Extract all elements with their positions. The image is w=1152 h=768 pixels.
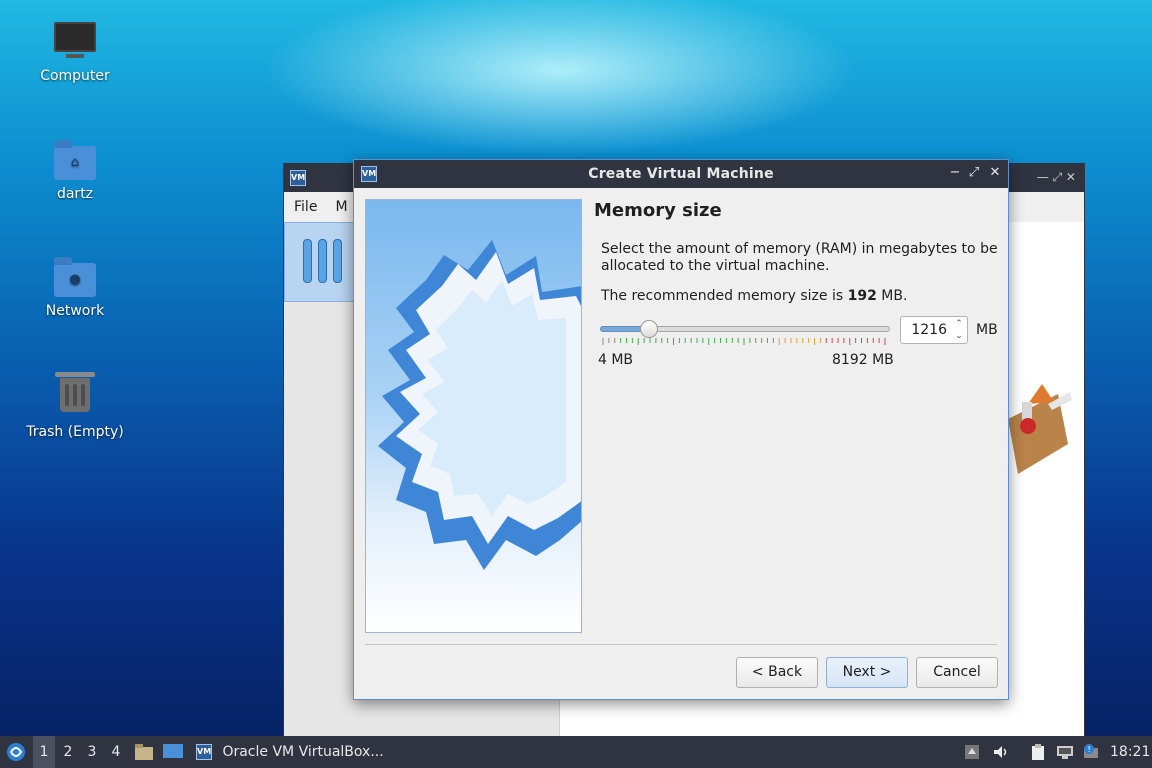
cancel-button[interactable]: Cancel xyxy=(916,657,998,688)
workspace-4[interactable]: 4 xyxy=(105,736,127,768)
memory-spinbox[interactable]: ⌃ ⌄ xyxy=(900,316,968,344)
tray-arrow-icon[interactable] xyxy=(964,744,980,760)
virtualbox-logo-icon: VM xyxy=(196,744,212,760)
dialog-separator xyxy=(365,644,997,645)
page-title: Memory size xyxy=(594,200,722,221)
recommend-suffix: MB. xyxy=(881,288,908,304)
memory-description: Select the amount of memory (RAM) in meg… xyxy=(601,241,998,274)
tools-icon-part xyxy=(318,239,327,283)
next-button[interactable]: Next > xyxy=(826,657,908,688)
start-menu-button[interactable] xyxy=(6,742,26,762)
computer-icon xyxy=(53,22,97,62)
maximize-icon[interactable]: ⤢ xyxy=(966,165,982,181)
toolbox-illustration-icon xyxy=(1008,374,1074,484)
tools-icon-part xyxy=(333,239,342,283)
dialog-title: Create Virtual Machine xyxy=(588,166,774,182)
slider-handle[interactable] xyxy=(640,320,658,338)
menu-file[interactable]: File xyxy=(294,199,317,215)
minimize-icon[interactable]: − xyxy=(947,165,963,181)
notification-icon[interactable]: ! xyxy=(1082,744,1098,760)
clipboard-icon[interactable] xyxy=(1030,744,1046,760)
show-desktop-icon[interactable] xyxy=(163,744,183,760)
desktop-icon-label: Computer xyxy=(40,68,110,84)
desktop-icon-trash[interactable]: Trash (Empty) xyxy=(15,372,135,440)
back-button[interactable]: < Back xyxy=(736,657,818,688)
slider-ticks xyxy=(602,338,886,345)
spin-up-icon[interactable]: ⌃ xyxy=(953,318,965,330)
menu-machine[interactable]: M xyxy=(335,199,347,215)
workspace-2[interactable]: 2 xyxy=(57,736,79,768)
memory-input[interactable] xyxy=(901,317,953,343)
memory-range-min: 4 MB xyxy=(598,352,634,368)
recommended-memory-text: The recommended memory size is 192 MB. xyxy=(601,288,907,304)
network-status-icon[interactable] xyxy=(1056,744,1073,760)
recommend-value: 192 xyxy=(847,288,877,304)
workspace-1[interactable]: 1 xyxy=(33,736,55,768)
dialog-titlebar[interactable]: VM Create Virtual Machine − ⤢ ✕ xyxy=(354,160,1008,188)
volume-icon[interactable] xyxy=(992,744,1008,760)
desktop-icon-network[interactable]: ● Network xyxy=(15,257,135,319)
spin-arrows[interactable]: ⌃ ⌄ xyxy=(953,318,965,342)
desktop-icon-label: dartz xyxy=(56,186,94,202)
close-icon[interactable]: ✕ xyxy=(987,165,1003,181)
desktop-icon-computer[interactable]: Computer xyxy=(15,22,135,84)
taskbar: 1 2 3 4 VM Oracle VM VirtualBox... ! 18:… xyxy=(0,736,1152,768)
home-folder-icon: ⌂ xyxy=(53,140,97,180)
virtualbox-star-icon xyxy=(378,240,581,570)
wizard-side-image xyxy=(365,199,582,633)
trash-icon xyxy=(53,372,97,418)
network-folder-icon: ● xyxy=(53,257,97,297)
tools-icon xyxy=(303,239,312,283)
spin-down-icon[interactable]: ⌄ xyxy=(953,330,965,342)
virtualbox-logo-icon: VM xyxy=(290,170,306,186)
taskbar-app-virtualbox[interactable]: VM Oracle VM VirtualBox... xyxy=(196,736,386,768)
memory-range-max: 8192 MB xyxy=(832,352,894,368)
desktop-icon-label: Trash (Empty) xyxy=(26,424,124,440)
svg-text:!: ! xyxy=(1088,745,1091,754)
memory-slider[interactable] xyxy=(600,320,892,347)
taskbar-app-label: Oracle VM VirtualBox... xyxy=(222,744,384,760)
tools-item[interactable] xyxy=(284,222,356,302)
desktop-icon-home-folder[interactable]: ⌂ dartz xyxy=(15,140,135,202)
clock: 18:21 xyxy=(1110,744,1151,760)
desktop-icon-label: Network xyxy=(45,303,105,319)
recommend-prefix: The recommended memory size is xyxy=(601,288,844,304)
lxqt-logo-icon xyxy=(7,743,25,761)
memory-unit: MB xyxy=(976,322,998,338)
file-manager-icon[interactable] xyxy=(135,744,153,760)
create-vm-dialog: VM Create Virtual Machine − ⤢ ✕ Memory s… xyxy=(353,159,1009,700)
manager-window-controls: — ⤢ ✕ xyxy=(1036,170,1076,184)
workspace-3[interactable]: 3 xyxy=(81,736,103,768)
